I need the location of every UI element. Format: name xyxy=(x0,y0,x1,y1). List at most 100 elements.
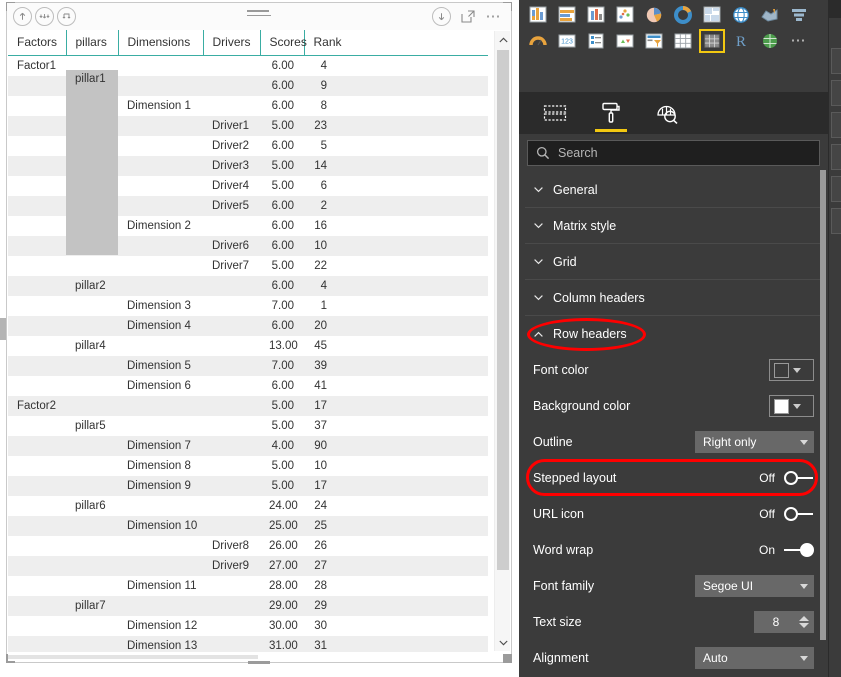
row-cell-factors[interactable]: Factor1 xyxy=(8,56,66,76)
drill-down-level-icon[interactable] xyxy=(57,7,76,26)
row-cell-rank[interactable]: 14 xyxy=(304,155,337,176)
horizontal-scrollbar-thumb[interactable] xyxy=(8,655,258,659)
row-cell-drivers[interactable]: Driver9 xyxy=(203,555,260,576)
url-icon-toggle[interactable] xyxy=(784,507,814,521)
row-cell-rank[interactable]: 29 xyxy=(304,595,337,616)
column-header-pillars[interactable]: pillars xyxy=(66,30,119,56)
font-family-dropdown[interactable]: Segoe UI xyxy=(695,575,814,597)
column-header-scores[interactable]: Scores xyxy=(260,30,307,56)
row-cell-rank[interactable]: 23 xyxy=(304,115,337,136)
row-cell-dimensions[interactable]: Dimension 5 xyxy=(118,355,203,376)
row-cell-scores[interactable]: 25.00 xyxy=(260,515,304,536)
row-cell-scores[interactable]: 5.00 xyxy=(260,395,304,416)
format-pane-scrollbar[interactable] xyxy=(820,170,826,673)
row-cell-rank[interactable]: 31 xyxy=(304,635,337,652)
field-item[interactable] xyxy=(831,208,841,234)
funnel-chart-icon[interactable] xyxy=(786,3,812,27)
table-row[interactable]: Driver9 27.00 27 xyxy=(8,555,488,576)
row-cell-dimensions[interactable]: Dimension 9 xyxy=(118,475,203,496)
more-visuals-icon[interactable]: ⋯ xyxy=(786,29,812,53)
table-row[interactable]: Dimension 8 5.00 10 xyxy=(8,456,488,476)
table-row[interactable]: Factor2 5.00 17 xyxy=(8,395,488,416)
row-cell-scores[interactable]: 30.00 xyxy=(260,616,304,636)
format-search-input[interactable]: Search xyxy=(527,140,820,166)
report-canvas[interactable]: ⋯ Factors pillars Dimensions Drivers Sco… xyxy=(0,0,519,677)
row-cell-drivers[interactable]: Driver3 xyxy=(203,155,260,176)
word-wrap-toggle[interactable] xyxy=(784,543,814,557)
row-cell-scores[interactable]: 7.00 xyxy=(260,355,304,376)
row-cell-scores[interactable]: 28.00 xyxy=(260,576,304,596)
gauge-icon[interactable] xyxy=(525,29,551,53)
table-row[interactable]: Dimension 7 4.00 90 xyxy=(8,435,488,456)
pie-chart-icon[interactable] xyxy=(641,3,667,27)
table-row[interactable]: pillar4 13.00 45 xyxy=(8,336,488,356)
drill-down-toggle-icon[interactable] xyxy=(431,7,451,26)
row-cell-scores[interactable]: 13.00 xyxy=(260,336,304,356)
row-cell-scores[interactable]: 6.00 xyxy=(260,275,304,296)
row-cell-scores[interactable]: 6.00 xyxy=(260,195,304,216)
row-cell-dimensions[interactable]: Dimension 7 xyxy=(118,435,203,456)
row-cell-rank[interactable]: 30 xyxy=(304,616,337,636)
row-cell-scores[interactable]: 29.00 xyxy=(260,595,304,616)
table-row[interactable]: pillar6 24.00 24 xyxy=(8,496,488,516)
stepper-up-icon[interactable] xyxy=(799,616,809,621)
card-icon[interactable]: 123 xyxy=(554,29,580,53)
row-cell-scores[interactable]: 6.00 xyxy=(260,96,304,116)
fields-tab[interactable] xyxy=(535,94,575,132)
row-cell-rank[interactable]: 1 xyxy=(304,296,337,316)
row-cell-scores[interactable]: 5.00 xyxy=(260,475,304,496)
column-header-factors[interactable]: Factors xyxy=(8,30,67,56)
row-cell-scores[interactable]: 5.00 xyxy=(260,115,304,136)
format-tab[interactable] xyxy=(591,94,631,132)
row-cell-scores[interactable]: 6.00 xyxy=(260,75,304,96)
row-cell-drivers[interactable]: Driver1 xyxy=(203,115,260,136)
arcgis-map-icon[interactable] xyxy=(757,29,783,53)
table-row[interactable]: pillar7 29.00 29 xyxy=(8,595,488,616)
row-cell-scores[interactable]: 5.00 xyxy=(260,456,304,476)
row-cell-dimensions[interactable]: Dimension 8 xyxy=(118,456,203,476)
alignment-dropdown[interactable]: Auto xyxy=(695,647,814,669)
row-cell-pillars[interactable]: pillar5 xyxy=(66,416,118,436)
row-cell-scores[interactable]: 7.00 xyxy=(260,296,304,316)
row-cell-dimensions[interactable]: Dimension 2 xyxy=(118,216,203,236)
matrix-icon[interactable] xyxy=(699,29,725,53)
row-cell-scores[interactable]: 5.00 xyxy=(260,155,304,176)
row-cell-dimensions[interactable]: Dimension 3 xyxy=(118,296,203,316)
table-row[interactable]: pillar5 5.00 37 xyxy=(8,416,488,436)
table-row[interactable]: Dimension 3 7.00 1 xyxy=(8,296,488,316)
row-cell-dimensions[interactable]: Dimension 4 xyxy=(118,315,203,336)
row-cell-pillars[interactable]: pillar6 xyxy=(66,496,118,516)
scroll-up-icon[interactable] xyxy=(495,31,511,48)
table-row[interactable]: Dimension 13 31.00 31 xyxy=(8,635,488,652)
row-cell-scores[interactable]: 6.00 xyxy=(260,136,304,156)
table-row[interactable]: Driver8 26.00 26 xyxy=(8,536,488,556)
format-section-column-headers[interactable]: Column headers xyxy=(525,280,822,316)
column-header-drivers[interactable]: Drivers xyxy=(203,30,261,56)
row-cell-scores[interactable]: 6.00 xyxy=(260,56,304,76)
outline-dropdown[interactable]: Right only xyxy=(695,431,814,453)
row-cell-scores[interactable]: 4.00 xyxy=(260,435,304,456)
focus-mode-icon[interactable] xyxy=(459,7,478,26)
slicer-icon[interactable] xyxy=(641,29,667,53)
row-cell-pillars[interactable]: pillar4 xyxy=(66,336,118,356)
row-cell-rank[interactable]: 10 xyxy=(304,456,337,476)
row-cell-drivers[interactable]: Driver2 xyxy=(203,136,260,156)
row-cell-dimensions[interactable]: Dimension 6 xyxy=(118,376,203,396)
row-cell-rank[interactable]: 8 xyxy=(304,96,337,116)
matrix-table-scroll-area[interactable]: Factors pillars Dimensions Drivers Score… xyxy=(8,30,510,652)
row-cell-scores[interactable]: 27.00 xyxy=(260,555,304,576)
row-cell-rank[interactable]: 41 xyxy=(304,376,337,396)
analytics-tab[interactable] xyxy=(647,94,687,132)
row-cell-scores[interactable]: 6.00 xyxy=(260,376,304,396)
row-cell-pillars[interactable]: pillar7 xyxy=(66,595,118,616)
row-cell-drivers[interactable]: Driver4 xyxy=(203,176,260,196)
row-cell-rank[interactable]: 2 xyxy=(304,195,337,216)
table-row[interactable]: Dimension 9 5.00 17 xyxy=(8,475,488,496)
row-cell-rank[interactable]: 5 xyxy=(304,136,337,156)
row-cell-rank[interactable]: 6 xyxy=(304,176,337,196)
row-cell-dimensions[interactable]: Dimension 10 xyxy=(118,515,203,536)
matrix-vertical-scrollbar[interactable] xyxy=(494,31,510,651)
format-section-grid[interactable]: Grid xyxy=(525,244,822,280)
fields-pane-sliver[interactable] xyxy=(828,0,841,677)
row-cell-rank[interactable]: 17 xyxy=(304,395,337,416)
